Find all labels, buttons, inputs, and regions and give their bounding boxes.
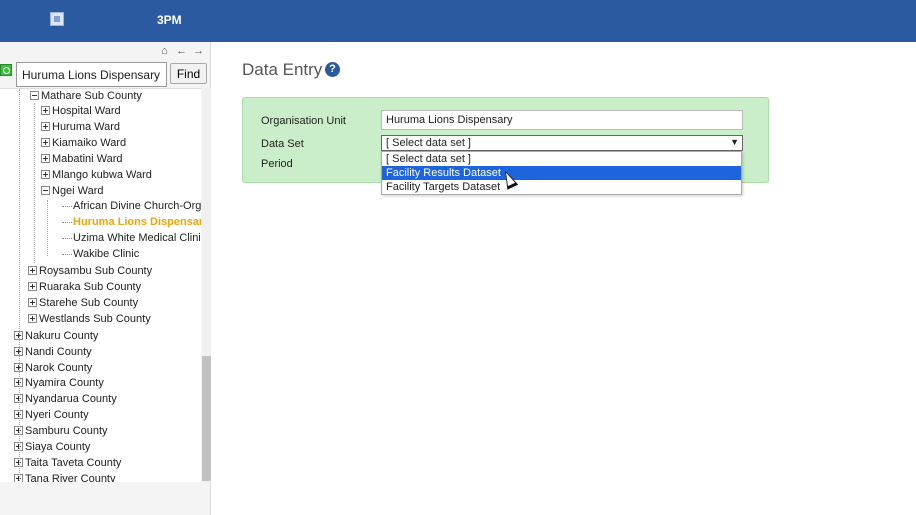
data-set-selected-value: [ Select data set ] bbox=[386, 137, 471, 149]
chevron-down-icon[interactable]: ▼ bbox=[730, 136, 739, 149]
arrow-left-icon[interactable]: ← bbox=[176, 46, 187, 57]
tree-item-label: Nyeri County bbox=[25, 409, 89, 421]
tree-item[interactable]: Narok County bbox=[14, 361, 92, 375]
tree-connector bbox=[62, 237, 72, 239]
tree-item[interactable]: Starehe Sub County bbox=[28, 296, 138, 310]
tree-connector bbox=[62, 221, 72, 223]
tree-item[interactable]: Westlands Sub County bbox=[28, 312, 151, 326]
expand-icon[interactable] bbox=[41, 169, 50, 179]
tree-item[interactable]: Mlango kubwa Ward bbox=[41, 168, 152, 182]
tree-toolbar: ⌂ ← → bbox=[159, 46, 204, 57]
tree-item[interactable]: African Divine Church-Org. bbox=[62, 199, 201, 213]
expand-icon[interactable] bbox=[41, 121, 50, 131]
tree-item[interactable]: Uzima White Medical Clinic bbox=[62, 231, 201, 245]
tree-item-label: Nyamira County bbox=[25, 377, 104, 389]
org-unit-field: Huruma Lions Dispensary bbox=[381, 110, 743, 130]
tree-item-label: Huruma Ward bbox=[52, 121, 121, 133]
tree-guide-line bbox=[47, 200, 48, 256]
tree-item[interactable]: Kiamaiko Ward bbox=[41, 136, 126, 150]
collapse-icon[interactable] bbox=[41, 185, 50, 195]
tree-item-label: Nakuru County bbox=[25, 330, 99, 342]
tree-item[interactable]: Taita Taveta County bbox=[14, 456, 121, 470]
org-unit-label: Organisation Unit bbox=[261, 115, 346, 127]
tree-search-input[interactable] bbox=[16, 62, 167, 87]
tree-item[interactable]: Nyeri County bbox=[14, 408, 89, 422]
expand-icon[interactable] bbox=[41, 153, 50, 163]
app-title[interactable]: 3PM bbox=[157, 13, 182, 27]
arrow-right-icon[interactable]: → bbox=[193, 46, 204, 57]
org-unit-tree: Mathare Sub County Hospital Ward Huruma Wa… bbox=[0, 88, 201, 482]
tree-item-label: Ruaraka Sub County bbox=[39, 281, 142, 293]
data-set-label: Data Set bbox=[261, 138, 304, 150]
broken-image-icon[interactable] bbox=[50, 12, 64, 26]
expand-icon[interactable] bbox=[41, 105, 50, 115]
tree-item-label: Mabatini Ward bbox=[52, 153, 123, 165]
period-label: Period bbox=[261, 158, 293, 170]
tree-guide-line bbox=[19, 89, 20, 482]
tree-item[interactable]: Tana River County bbox=[14, 472, 116, 482]
tree-scrollbar[interactable] bbox=[202, 88, 211, 482]
data-set-option[interactable]: [ Select data set ] bbox=[382, 152, 741, 166]
data-set-select[interactable]: [ Select data set ] ▼ bbox=[381, 135, 743, 151]
data-set-option[interactable]: Facility Targets Dataset bbox=[382, 180, 741, 194]
help-icon[interactable]: ? bbox=[325, 62, 340, 77]
tree-item-label: Mlango kubwa Ward bbox=[52, 169, 152, 181]
tree-connector bbox=[62, 205, 72, 207]
tree-item-label: Hospital Ward bbox=[52, 105, 121, 117]
tree-item[interactable]: Huruma Lions Dispensary bbox=[62, 215, 201, 229]
top-header-bar: 3PM bbox=[0, 0, 916, 42]
tree-item-label: Nyandarua County bbox=[25, 393, 117, 405]
tree-item[interactable]: Samburu County bbox=[14, 424, 108, 438]
tree-item-label: Mathare Sub County bbox=[41, 90, 142, 102]
tree-item[interactable]: Ruaraka Sub County bbox=[28, 280, 141, 294]
tree-item-label: Nandi County bbox=[25, 346, 92, 358]
tree-item[interactable]: Nandi County bbox=[14, 345, 92, 359]
expand-icon[interactable] bbox=[28, 313, 37, 323]
search-icon[interactable] bbox=[0, 64, 12, 76]
tree-item-label: Ngei Ward bbox=[52, 185, 104, 197]
tree-item[interactable]: Mabatini Ward bbox=[41, 152, 123, 166]
find-button[interactable]: Find bbox=[170, 63, 207, 84]
tree-item-label: Narok County bbox=[25, 362, 93, 374]
tree-item-label: Roysambu Sub County bbox=[39, 265, 153, 277]
tree-item-label: Westlands Sub County bbox=[39, 313, 151, 325]
tree-item-label: Siaya County bbox=[25, 441, 91, 453]
tree-item[interactable]: Nakuru County bbox=[14, 329, 98, 343]
data-set-dropdown-list: [ Select data set ] Facility Results Dat… bbox=[381, 151, 742, 195]
tree-item[interactable]: Roysambu Sub County bbox=[28, 264, 152, 278]
tree-connector bbox=[62, 253, 72, 255]
tree-item-label: Starehe Sub County bbox=[39, 297, 139, 309]
tree-item-label: Uzima White Medical Clinic bbox=[73, 232, 201, 244]
data-set-option-highlighted[interactable]: Facility Results Dataset bbox=[382, 166, 741, 180]
home-icon[interactable]: ⌂ bbox=[159, 46, 170, 57]
tree-item[interactable]: Nyamira County bbox=[14, 376, 104, 390]
expand-icon[interactable] bbox=[28, 297, 37, 307]
tree-item[interactable]: Wakibe Clinic bbox=[62, 247, 139, 261]
tree-item-label: African Divine Church-Org. bbox=[73, 200, 201, 212]
tree-item-label: Tana River County bbox=[25, 473, 116, 482]
expand-icon[interactable] bbox=[28, 281, 37, 291]
tree-scrollbar-thumb[interactable] bbox=[202, 356, 211, 481]
tree-guide-line bbox=[34, 103, 35, 263]
tree-item[interactable]: Hospital Ward bbox=[41, 104, 121, 118]
tree-item[interactable]: Mathare Sub County bbox=[30, 89, 142, 103]
org-unit-tree-panel: ⌂ ← → Find Mathare Sub County Hospital Wa… bbox=[0, 42, 211, 515]
page-title: Data Entry bbox=[242, 60, 323, 79]
tree-item[interactable]: Ngei Ward bbox=[41, 184, 104, 198]
tree-item[interactable]: Huruma Ward bbox=[41, 120, 120, 134]
tree-item-label: Taita Taveta County bbox=[25, 457, 122, 469]
tree-item-label: Huruma Lions Dispensary bbox=[73, 216, 201, 228]
collapse-icon[interactable] bbox=[30, 90, 39, 100]
tree-item-label: Samburu County bbox=[25, 425, 108, 437]
expand-icon[interactable] bbox=[41, 137, 50, 147]
expand-icon[interactable] bbox=[28, 265, 37, 275]
tree-item-label: Wakibe Clinic bbox=[73, 248, 140, 260]
tree-item-label: Kiamaiko Ward bbox=[52, 137, 127, 149]
tree-item[interactable]: Siaya County bbox=[14, 440, 90, 454]
tree-item[interactable]: Nyandarua County bbox=[14, 392, 117, 406]
